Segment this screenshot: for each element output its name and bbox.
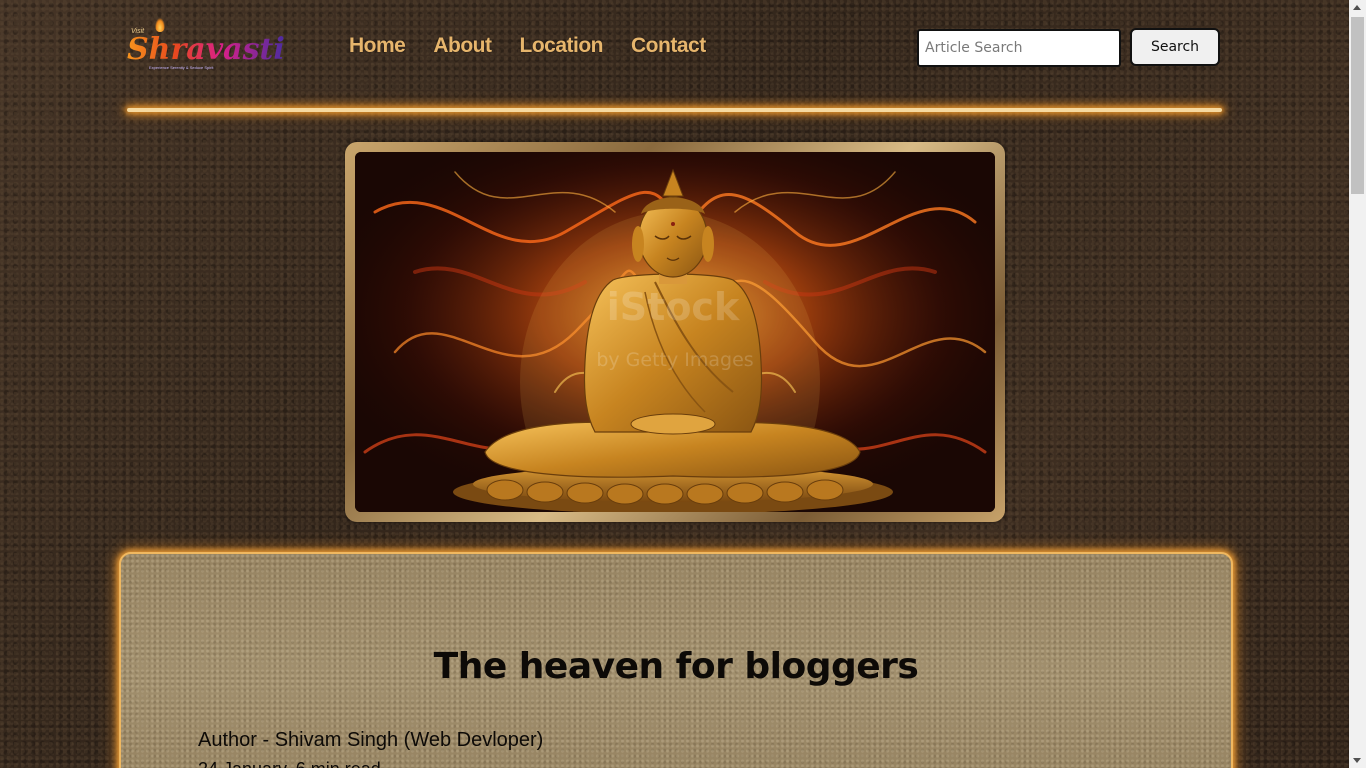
nav-home[interactable]: Home — [349, 34, 406, 58]
header-divider — [127, 108, 1222, 112]
scroll-down-arrow-icon[interactable] — [1353, 758, 1361, 763]
article-search-input[interactable] — [917, 29, 1121, 67]
buddha-fire-illustration: iStock by Getty Images — [355, 152, 995, 512]
watermark-text: iStock — [607, 285, 740, 329]
hero-image-frame: iStock by Getty Images — [345, 142, 1005, 522]
main-nav: Home About Location Contact — [349, 34, 706, 58]
logo-tagline: Experience Serenity & Seduce Spirit — [149, 65, 214, 70]
scrollbar-thumb[interactable] — [1351, 17, 1364, 194]
flame-icon — [155, 18, 165, 32]
nav-about[interactable]: About — [433, 34, 492, 58]
article-meta: 24 January, 6 min read — [198, 759, 381, 768]
nav-contact[interactable]: Contact — [631, 34, 706, 58]
nav-location[interactable]: Location — [520, 34, 604, 58]
vertical-scrollbar[interactable] — [1349, 0, 1366, 768]
search-button[interactable]: Search — [1130, 28, 1220, 66]
logo-wordmark: Shravasti — [127, 32, 285, 67]
scroll-up-arrow-icon[interactable] — [1353, 5, 1361, 10]
article-author: Author - Shivam Singh (Web Devloper) — [198, 729, 544, 751]
watermark-subtext: by Getty Images — [596, 349, 753, 371]
article-title: The heaven for bloggers — [433, 646, 919, 687]
article-card: The heaven for bloggers Author - Shivam … — [119, 552, 1233, 768]
site-logo[interactable]: Visit Shravasti Experience Serenity & Se… — [125, 18, 285, 74]
hero-image: iStock by Getty Images — [355, 152, 995, 512]
page: Visit Shravasti Experience Serenity & Se… — [0, 0, 1349, 768]
